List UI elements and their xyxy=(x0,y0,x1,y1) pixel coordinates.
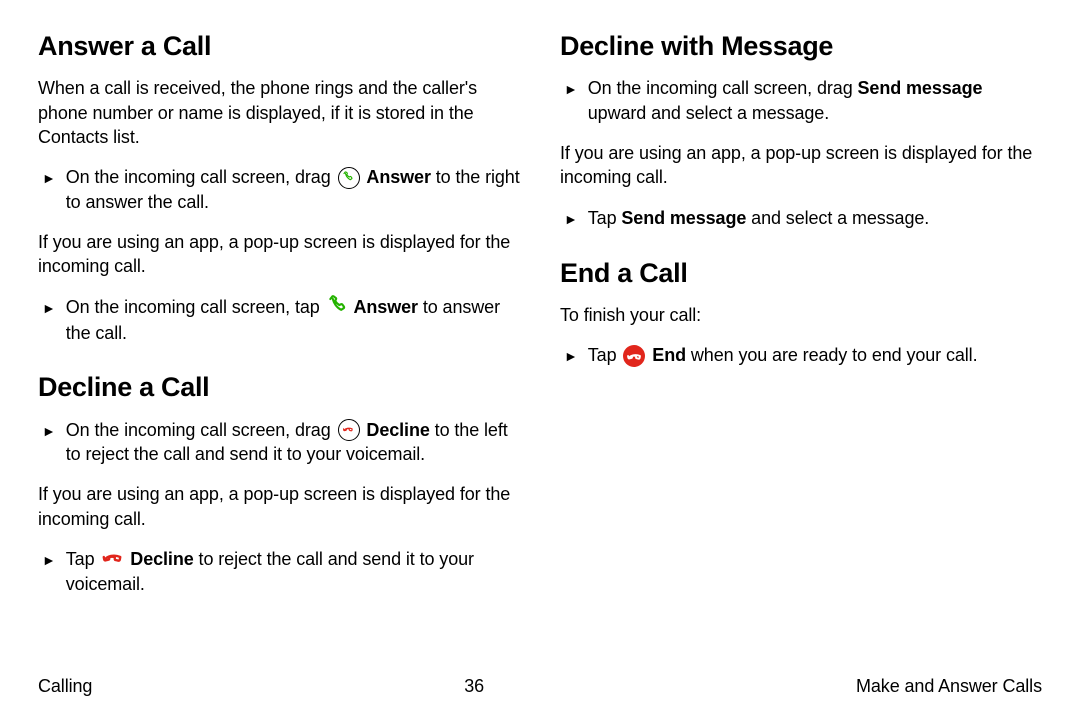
answer-bold: Answer xyxy=(354,297,418,317)
end-call-icon xyxy=(623,345,645,367)
bullet-arrow-icon: ► xyxy=(42,295,56,320)
step-text: Tap xyxy=(588,208,622,228)
bullet-arrow-icon: ► xyxy=(564,343,578,368)
decline-circle-icon xyxy=(338,419,360,441)
sendmsg-bold: Send message xyxy=(858,78,983,98)
step-text: On the incoming call screen, drag xyxy=(66,420,336,440)
step-sendmsg-drag: ► On the incoming call screen, drag Send… xyxy=(560,76,1042,125)
step-text: Tap xyxy=(588,345,622,365)
popup-note-text: If you are using an app, a pop-up screen… xyxy=(560,141,1042,190)
answer-circle-icon xyxy=(338,167,360,189)
step-text: On the incoming call screen, drag xyxy=(588,78,858,98)
step-decline-tap: ► Tap Decline to reject the call and sen… xyxy=(38,547,520,597)
heading-end-call: End a Call xyxy=(560,255,1042,291)
step-end-tap: ► Tap End when you are ready to end your… xyxy=(560,343,1042,368)
answer-intro-text: When a call is received, the phone rings… xyxy=(38,76,520,149)
step-text: when you are ready to end your call. xyxy=(691,345,978,365)
step-text: Tap xyxy=(66,549,100,569)
popup-note-text: If you are using an app, a pop-up screen… xyxy=(38,230,520,279)
bullet-arrow-icon: ► xyxy=(42,418,56,443)
popup-note-text: If you are using an app, a pop-up screen… xyxy=(38,482,520,531)
step-text: On the incoming call screen, drag xyxy=(66,167,336,187)
decline-bold: Decline xyxy=(366,420,429,440)
bullet-arrow-icon: ► xyxy=(42,165,56,190)
step-text: and select a message. xyxy=(751,208,929,228)
decline-bold: Decline xyxy=(130,549,193,569)
step-answer-tap: ► On the incoming call screen, tap Answe… xyxy=(38,295,520,346)
answer-bold: Answer xyxy=(366,167,430,187)
left-column: Answer a Call When a call is received, t… xyxy=(38,28,520,658)
step-sendmsg-tap: ► Tap Send message and select a message. xyxy=(560,206,1042,231)
heading-answer-call: Answer a Call xyxy=(38,28,520,64)
heading-decline-message: Decline with Message xyxy=(560,28,1042,64)
end-intro-text: To finish your call: xyxy=(560,303,1042,327)
footer-topic: Make and Answer Calls xyxy=(856,674,1042,698)
decline-phone-icon xyxy=(101,547,123,571)
sendmsg-bold: Send message xyxy=(621,208,746,228)
bullet-arrow-icon: ► xyxy=(564,206,578,231)
right-column: Decline with Message ► On the incoming c… xyxy=(560,28,1042,658)
answer-phone-icon xyxy=(327,294,347,320)
step-answer-drag: ► On the incoming call screen, drag Answ… xyxy=(38,165,520,214)
footer-section: Calling xyxy=(38,674,92,698)
page-number: 36 xyxy=(464,674,484,698)
heading-decline-call: Decline a Call xyxy=(38,369,520,405)
bullet-arrow-icon: ► xyxy=(564,76,578,101)
content-columns: Answer a Call When a call is received, t… xyxy=(38,28,1042,658)
step-decline-drag: ► On the incoming call screen, drag Decl… xyxy=(38,418,520,467)
end-bold: End xyxy=(652,345,686,365)
step-text: to reject the call and send it to your v… xyxy=(66,549,474,594)
bullet-arrow-icon: ► xyxy=(42,547,56,572)
step-text: On the incoming call screen, tap xyxy=(66,297,325,317)
step-text: upward and select a message. xyxy=(588,103,829,123)
page-footer: Calling 36 Make and Answer Calls xyxy=(38,674,1042,698)
